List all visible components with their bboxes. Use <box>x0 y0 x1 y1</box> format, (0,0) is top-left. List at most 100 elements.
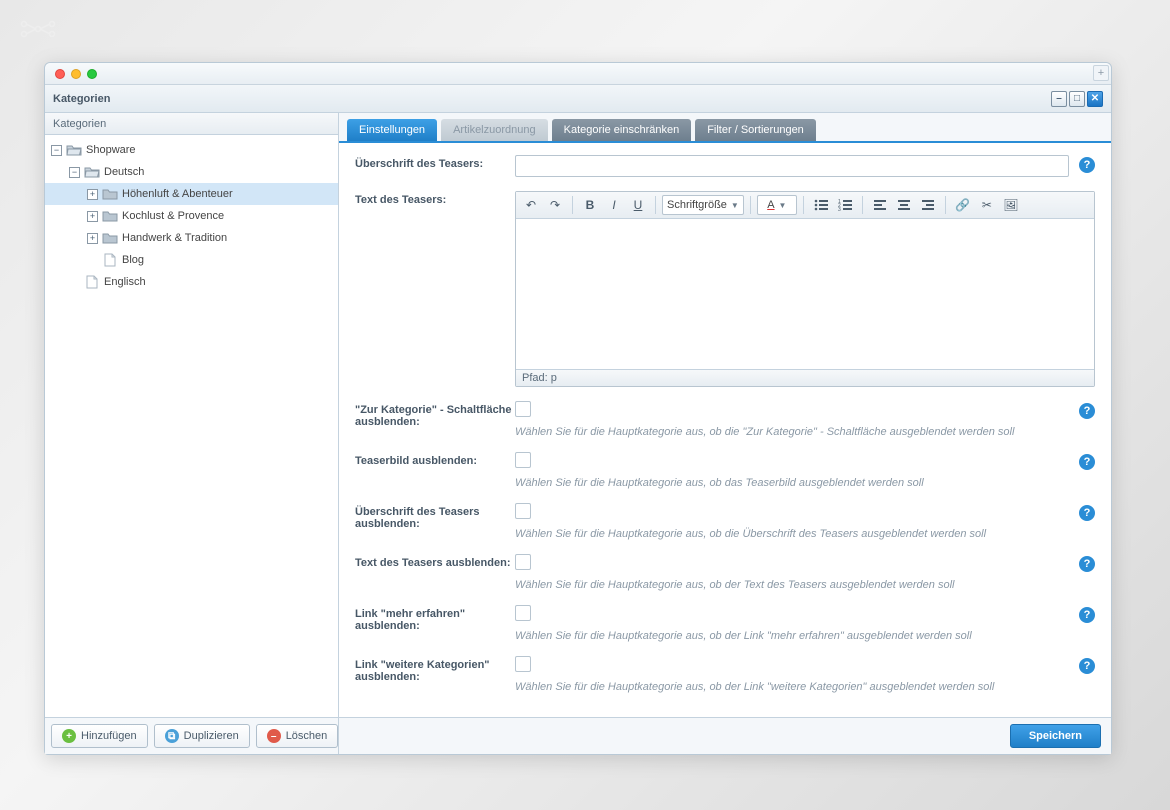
duplicate-button[interactable]: ⧉ Duplizieren <box>154 724 250 748</box>
svg-text:3: 3 <box>838 207 841 211</box>
tree-node[interactable]: Englisch <box>45 271 338 293</box>
teaser-text-label: Text des Teasers: <box>355 191 515 206</box>
tree-node[interactable]: +Höhenluft & Abenteuer <box>45 183 338 205</box>
chevron-down-icon: ▼ <box>731 201 739 210</box>
font-color-select[interactable]: A ▼ <box>757 195 797 215</box>
window-maximize-button[interactable]: □ <box>1069 91 1085 107</box>
plus-icon: + <box>62 729 76 743</box>
folder-open-icon <box>84 165 100 179</box>
sidebar-heading: Kategorien <box>45 113 338 135</box>
tree-node-label: Deutsch <box>104 166 144 178</box>
form-area: Überschrift des Teasers: ? Text des Teas… <box>339 143 1111 717</box>
checkbox[interactable] <box>515 554 531 570</box>
editor-toolbar: ↶ ↷ B I U Schriftgröße ▼ <box>516 192 1094 219</box>
tree-node[interactable]: + Kochlust & Provence <box>45 205 338 227</box>
new-tab-button[interactable]: + <box>1093 65 1109 81</box>
folder-icon <box>102 209 118 223</box>
field-hint: Wählen Sie für die Hauptkategorie aus, o… <box>515 426 1069 438</box>
help-icon[interactable]: ? <box>1079 454 1095 470</box>
expand-icon[interactable]: + <box>87 233 98 244</box>
expand-icon[interactable]: + <box>87 211 98 222</box>
tree-node[interactable]: − Shopware <box>45 139 338 161</box>
checkbox[interactable] <box>515 452 531 468</box>
field-hint: Wählen Sie für die Hauptkategorie aus, o… <box>515 477 1069 489</box>
tree-node-label: Handwerk & Tradition <box>122 232 227 244</box>
tab[interactable]: Filter / Sortierungen <box>695 119 816 141</box>
checkbox[interactable] <box>515 401 531 417</box>
checkbox[interactable] <box>515 503 531 519</box>
media-icon[interactable]: 🖼 <box>1000 195 1022 215</box>
help-icon[interactable]: ? <box>1079 607 1095 623</box>
traffic-lights <box>55 69 97 79</box>
chevron-down-icon: ▼ <box>779 201 787 210</box>
expand-icon[interactable]: − <box>69 167 80 178</box>
folder-open-icon <box>66 143 82 157</box>
align-left-icon[interactable] <box>869 195 891 215</box>
redo-icon[interactable]: ↷ <box>544 195 566 215</box>
field-label: Teaserbild ausblenden: <box>355 452 515 467</box>
field-label: Link "mehr erfahren" ausblenden: <box>355 605 515 632</box>
window-minimize-button[interactable]: – <box>1051 91 1067 107</box>
tree-node[interactable]: − Deutsch <box>45 161 338 183</box>
help-icon[interactable]: ? <box>1079 556 1095 572</box>
help-icon[interactable]: ? <box>1079 157 1095 173</box>
expand-icon[interactable]: − <box>51 145 62 156</box>
add-button[interactable]: + Hinzufügen <box>51 724 148 748</box>
titlebar[interactable]: + <box>45 63 1111 85</box>
editor-body[interactable] <box>516 219 1094 369</box>
window-header: Kategorien – □ ✕ <box>45 85 1111 113</box>
field-hint: Wählen Sie für die Hauptkategorie aus, o… <box>515 630 1069 642</box>
folder-icon <box>102 187 118 201</box>
link-icon[interactable]: 🔗 <box>952 195 974 215</box>
help-icon[interactable]: ? <box>1079 658 1095 674</box>
window-title: Kategorien <box>53 93 110 105</box>
window-close-button[interactable]: ✕ <box>1087 91 1103 107</box>
underline-icon[interactable]: U <box>627 195 649 215</box>
save-button[interactable]: Speichern <box>1010 724 1101 748</box>
zoom-window-icon[interactable] <box>87 69 97 79</box>
tab: Artikelzuordnung <box>441 119 548 141</box>
checkbox[interactable] <box>515 605 531 621</box>
file-icon <box>84 275 100 289</box>
main-panel: EinstellungenArtikelzuordnungKategorie e… <box>339 113 1111 754</box>
folder-icon <box>102 231 118 245</box>
tab[interactable]: Einstellungen <box>347 119 437 141</box>
field-label: Text des Teasers ausblenden: <box>355 554 515 569</box>
italic-icon[interactable]: I <box>603 195 625 215</box>
tree-node[interactable]: Blog <box>45 249 338 271</box>
tree-node[interactable]: + Handwerk & Tradition <box>45 227 338 249</box>
checkbox[interactable] <box>515 656 531 672</box>
tab-bar: EinstellungenArtikelzuordnungKategorie e… <box>339 113 1111 143</box>
align-center-icon[interactable] <box>893 195 915 215</box>
category-tree: −Shopware−Deutsch+Höhenluft & Abenteuer+… <box>45 135 338 717</box>
align-right-icon[interactable] <box>917 195 939 215</box>
file-icon <box>102 253 118 267</box>
minimize-window-icon[interactable] <box>71 69 81 79</box>
tree-node-label: Englisch <box>104 276 146 288</box>
teaser-heading-label: Überschrift des Teasers: <box>355 155 515 170</box>
sidebar: Kategorien −Shopware−Deutsch+Höhenluft &… <box>45 113 339 754</box>
bold-icon[interactable]: B <box>579 195 601 215</box>
font-size-select[interactable]: Schriftgröße ▼ <box>662 195 744 215</box>
rich-text-editor: ↶ ↷ B I U Schriftgröße ▼ <box>515 191 1095 387</box>
tree-node-label: Shopware <box>86 144 136 156</box>
help-icon[interactable]: ? <box>1079 403 1095 419</box>
close-window-icon[interactable] <box>55 69 65 79</box>
field-hint: Wählen Sie für die Hauptkategorie aus, o… <box>515 579 1069 591</box>
field-label: "Zur Kategorie" - Schaltfläche ausblende… <box>355 401 515 428</box>
tree-node-label: Kochlust & Provence <box>122 210 224 222</box>
bullet-list-icon[interactable] <box>810 195 832 215</box>
undo-icon[interactable]: ↶ <box>520 195 542 215</box>
help-icon[interactable]: ? <box>1079 505 1095 521</box>
main-window: + Kategorien – □ ✕ Kategorien −Shopware−… <box>44 62 1112 755</box>
teaser-heading-input[interactable] <box>515 155 1069 177</box>
field-hint: Wählen Sie für die Hauptkategorie aus, o… <box>515 681 1069 693</box>
tab[interactable]: Kategorie einschränken <box>552 119 692 141</box>
field-hint: Wählen Sie für die Hauptkategorie aus, o… <box>515 528 1069 540</box>
field-label: Überschrift des Teasers ausblenden: <box>355 503 515 530</box>
delete-button[interactable]: – Löschen <box>256 724 339 748</box>
expand-icon[interactable]: + <box>87 189 98 200</box>
minus-icon: – <box>267 729 281 743</box>
unlink-icon[interactable]: ✂ <box>976 195 998 215</box>
numbered-list-icon[interactable]: 123 <box>834 195 856 215</box>
